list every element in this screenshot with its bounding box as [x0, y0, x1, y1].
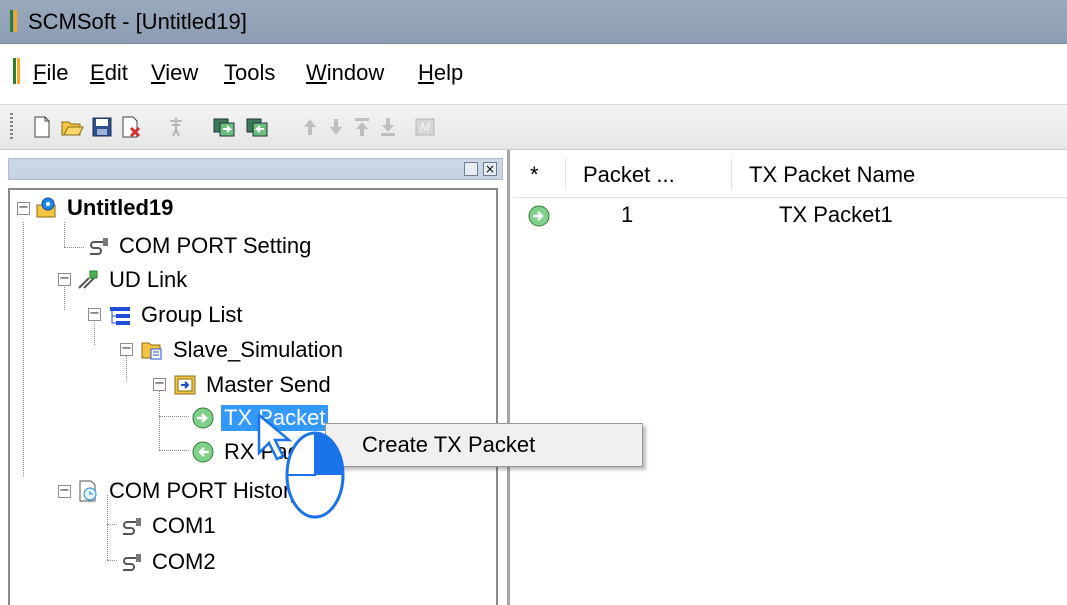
column-header-star[interactable]: * [530, 162, 539, 188]
tree-label-rx-packet: RX Packet [224, 439, 328, 464]
delete-file-icon[interactable] [117, 113, 145, 141]
app-icon [10, 10, 18, 32]
pane-header: × [8, 158, 503, 180]
menu-tools[interactable]: Tools [224, 60, 275, 86]
tree-label-com2: COM2 [152, 549, 216, 574]
menu-view[interactable]: View [151, 60, 198, 86]
menu-edit[interactable]: Edit [90, 60, 128, 86]
serial-port-icon [119, 550, 143, 574]
tree-line [64, 247, 84, 248]
toolbar: M [0, 104, 1067, 150]
tree-node-group-list[interactable]: Group List [108, 299, 246, 331]
tree-label-slave-simulation: Slave_Simulation [173, 337, 343, 362]
master-send-icon [173, 373, 197, 397]
monitor-label: M [420, 121, 431, 135]
tree-label-com1: COM1 [152, 513, 216, 538]
tree-line [107, 524, 117, 525]
tree-line [159, 390, 160, 450]
tree-label-ud-link: UD Link [109, 267, 188, 292]
group-list-icon [108, 303, 132, 327]
cell-packet-number: 1 [621, 202, 634, 227]
link-icon [76, 268, 100, 292]
column-separator[interactable] [565, 158, 566, 190]
tree-node-master-send[interactable]: Master Send [173, 369, 334, 401]
tree-node-com1[interactable]: COM1 [119, 510, 219, 542]
move-down-icon[interactable] [322, 113, 350, 141]
move-bottom-icon[interactable] [374, 113, 402, 141]
tree-node-tx-packet[interactable]: TX Packet [191, 402, 329, 434]
history-icon [76, 479, 100, 503]
expander-master-send[interactable]: − [153, 377, 166, 391]
monitor-icon[interactable]: M [411, 113, 439, 141]
tx-packet-icon [191, 406, 215, 430]
tree-line [64, 285, 65, 310]
project-tree: − Untitled19 COM PORT Setting − UD Link … [8, 188, 498, 605]
expander-ud-link[interactable]: − [58, 272, 71, 286]
window-title: SCMSoft - [Untitled19] [28, 9, 247, 34]
tx-packet-icon [527, 204, 551, 228]
tree-line [64, 222, 65, 247]
title-bar: SCMSoft - [Untitled19] [0, 0, 1067, 44]
expander-com-port-history[interactable]: − [58, 484, 71, 498]
receive-packet-icon[interactable] [243, 113, 271, 141]
tree-label-tx-packet: TX Packet [221, 405, 329, 431]
project-tree-pane: × − Untitled19 COM PORT Setting − UD Lin… [0, 150, 510, 605]
column-separator[interactable] [731, 158, 732, 190]
toolbar-grip-icon[interactable] [10, 113, 13, 141]
tree-label-com-port-setting: COM PORT Setting [119, 233, 312, 258]
tree-node-untitled19[interactable]: Untitled19 [34, 192, 176, 224]
tree-line [107, 560, 117, 561]
project-gear-icon [34, 196, 58, 220]
rx-packet-icon [191, 440, 215, 464]
context-menu-create-tx-packet[interactable]: Create TX Packet [362, 432, 535, 458]
menu-bar: File Edit View Tools Window Help [0, 44, 1067, 104]
save-icon[interactable] [88, 113, 116, 141]
tree-line [126, 356, 127, 381]
move-top-icon[interactable] [348, 113, 376, 141]
expander-group-list[interactable]: − [88, 307, 101, 321]
tree-line [23, 222, 24, 477]
tree-node-com-port-history[interactable]: COM PORT History [76, 475, 304, 507]
tree-node-com2[interactable]: COM2 [119, 546, 219, 578]
expander-slave-simulation[interactable]: − [120, 342, 133, 356]
tree-node-rx-packet[interactable]: RX Packet [191, 436, 331, 468]
tree-node-ud-link[interactable]: UD Link [76, 264, 190, 296]
pane-close-button[interactable]: × [483, 162, 497, 176]
serial-port-icon [86, 234, 110, 258]
menu-help[interactable]: Help [418, 60, 463, 86]
menu-window[interactable]: Window [306, 60, 384, 86]
open-icon[interactable] [58, 113, 86, 141]
send-packet-icon[interactable] [210, 113, 238, 141]
tree-label-com-port-history: COM PORT History [109, 478, 302, 503]
tree-label-group-list: Group List [141, 302, 243, 327]
slave-folder-icon [140, 338, 164, 362]
tree-node-com-port-setting[interactable]: COM PORT Setting [86, 230, 314, 262]
tree-label-untitled19: Untitled19 [67, 195, 174, 220]
table-row[interactable]: 1 TX Packet1 [513, 198, 1067, 234]
packet-list-pane: * Packet ... TX Packet Name 1 TX Packet1 [513, 150, 1067, 605]
tree-label-master-send: Master Send [206, 372, 331, 397]
tree-line [94, 320, 95, 345]
column-header-packet[interactable]: Packet ... [583, 162, 675, 188]
new-icon[interactable] [28, 113, 56, 141]
tree-line [159, 416, 189, 417]
column-header-tx-packet-name[interactable]: TX Packet Name [749, 162, 915, 188]
tree-node-slave-simulation[interactable]: Slave_Simulation [140, 334, 346, 366]
tree-line [159, 450, 189, 451]
pin-icon[interactable] [162, 113, 190, 141]
menubar-grip-icon [13, 58, 21, 84]
move-up-icon[interactable] [296, 113, 324, 141]
serial-port-icon [119, 514, 143, 538]
expander-untitled19[interactable]: − [17, 201, 30, 215]
menu-file[interactable]: File [33, 60, 68, 86]
context-menu: Create TX Packet [325, 423, 643, 467]
pane-minimize-button[interactable] [464, 162, 478, 176]
cell-packet-name: TX Packet1 [779, 202, 893, 227]
list-header: * Packet ... TX Packet Name [513, 150, 1067, 198]
